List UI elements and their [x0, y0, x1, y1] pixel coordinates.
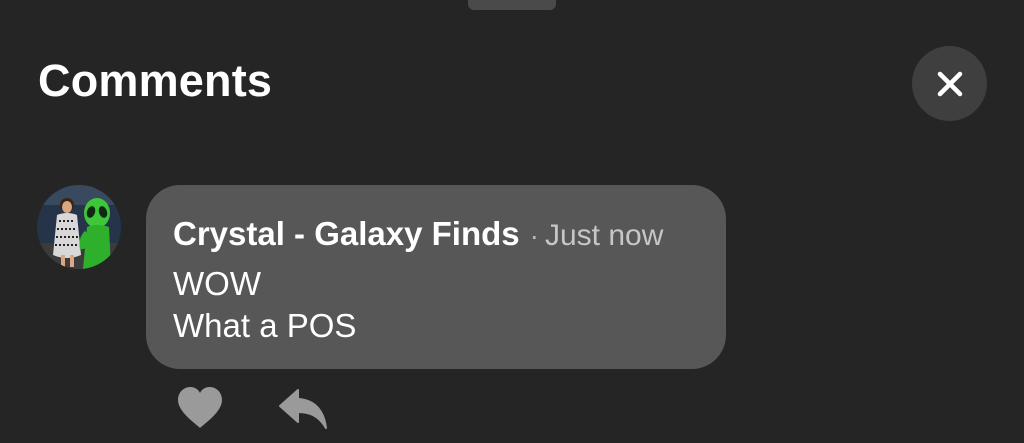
comment-text-line: What a POS [173, 307, 357, 344]
reply-button[interactable] [278, 386, 328, 430]
avatar-image [37, 185, 121, 269]
comments-sheet: Comments Crystal - Galaxy Finds · Just n… [0, 0, 1024, 443]
like-button[interactable] [176, 386, 224, 430]
avatar[interactable] [37, 185, 121, 269]
comment-bubble: Crystal - Galaxy Finds · Just now WOW What… [146, 185, 726, 369]
comment-header: Crystal - Galaxy Finds · Just now [173, 215, 663, 253]
comment-author[interactable]: Crystal - Galaxy Finds [173, 215, 520, 252]
comment-timestamp: Just now [544, 219, 664, 252]
close-icon [937, 71, 962, 96]
reply-icon [279, 389, 327, 429]
drag-handle[interactable] [468, 0, 556, 10]
separator-dot: · [529, 220, 539, 251]
close-button[interactable] [912, 46, 987, 121]
comment-text-line: WOW [173, 265, 261, 302]
heart-icon [178, 387, 222, 428]
page-title: Comments [38, 55, 273, 106]
